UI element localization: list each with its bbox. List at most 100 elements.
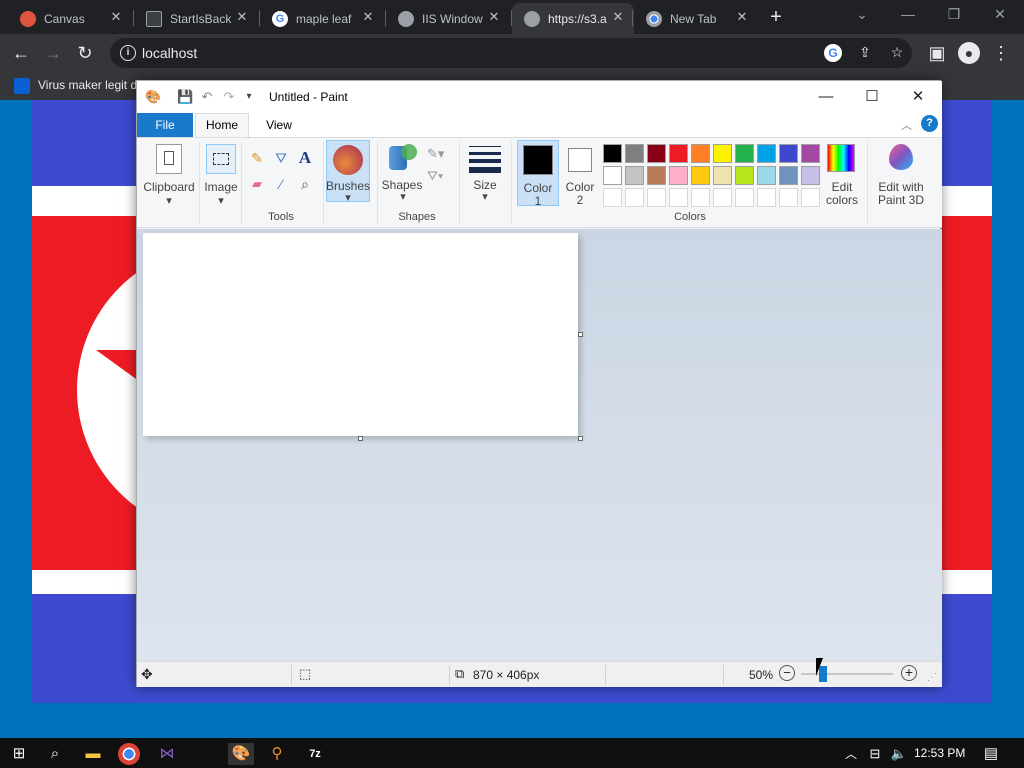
site-info-icon[interactable]: i (120, 45, 136, 61)
palette-swatch[interactable] (691, 166, 710, 185)
palette-swatch[interactable] (625, 144, 644, 163)
palette-swatch[interactable] (735, 166, 754, 185)
palette-swatch[interactable] (779, 166, 798, 185)
text-icon[interactable]: A (295, 148, 315, 170)
palette-swatch[interactable] (647, 144, 666, 163)
search-tool-icon[interactable]: ⚲ (266, 743, 288, 765)
collapse-ribbon-icon[interactable]: ︿ (901, 117, 915, 132)
help-icon[interactable]: ? (921, 115, 938, 132)
clock[interactable]: 12:53 PM (914, 746, 965, 760)
network-icon[interactable]: ⊟ (864, 743, 886, 765)
palette-swatch[interactable] (735, 144, 754, 163)
browser-tab[interactable]: G maple leaf ✕ (260, 3, 384, 34)
7zip-icon[interactable]: 7z (304, 743, 326, 765)
palette-swatch-empty[interactable] (625, 188, 644, 207)
palette-swatch[interactable] (669, 166, 688, 185)
reload-icon[interactable]: ↻ (74, 42, 96, 64)
bookmark-star-icon[interactable]: ☆ (888, 44, 906, 62)
palette-swatch-empty[interactable] (801, 188, 820, 207)
url-text[interactable]: localhost (142, 45, 197, 61)
zoom-in-icon[interactable]: + (901, 665, 917, 681)
zoom-slider[interactable] (801, 673, 893, 675)
customize-qat-icon[interactable]: ▾ (241, 89, 257, 105)
close-icon[interactable]: ✕ (234, 9, 250, 25)
palette-swatch-empty[interactable] (757, 188, 776, 207)
browser-tab[interactable]: https://s3.a ✕ (512, 3, 634, 34)
browser-tab[interactable]: IIS Window ✕ (386, 3, 510, 34)
palette-swatch[interactable] (625, 166, 644, 185)
palette-swatch[interactable] (647, 166, 666, 185)
image-button[interactable]: Image ▾ (202, 140, 240, 224)
palette-swatch-empty[interactable] (779, 188, 798, 207)
back-icon[interactable]: ← (10, 42, 32, 64)
drawing-canvas[interactable] (143, 233, 578, 436)
browser-tab[interactable]: New Tab ✕ (634, 3, 758, 34)
undo-icon[interactable]: ↶ (199, 89, 215, 105)
palette-swatch-empty[interactable] (647, 188, 666, 207)
address-bar[interactable]: i localhost G ⇪ ☆ (110, 38, 912, 68)
shapes-button[interactable]: Shapes ▾ (381, 140, 425, 203)
visual-studio-icon[interactable]: ⋈ (156, 743, 178, 765)
close-icon[interactable]: ✕ (734, 9, 750, 25)
palette-swatch[interactable] (779, 144, 798, 163)
browser-tab[interactable]: StartIsBack ✕ (134, 3, 258, 34)
close-icon[interactable]: ✕ (108, 9, 124, 25)
palette-swatch[interactable] (603, 166, 622, 185)
palette-swatch[interactable] (757, 144, 776, 163)
tab-view[interactable]: View (255, 113, 303, 137)
palette-swatch[interactable] (713, 166, 732, 185)
restore-icon[interactable]: ❐ (944, 6, 964, 26)
new-tab-button[interactable]: + (766, 7, 786, 28)
palette-swatch-empty[interactable] (669, 188, 688, 207)
outline-icon[interactable]: ✎▾ (427, 146, 451, 164)
palette-swatch[interactable] (669, 144, 688, 163)
color1-button[interactable]: Color 1 (517, 140, 559, 208)
profile-icon[interactable]: ● (958, 42, 980, 64)
pencil-icon[interactable]: ✎ (247, 150, 267, 170)
palette-swatch[interactable] (713, 144, 732, 163)
maximize-icon[interactable]: ☐ (857, 85, 887, 109)
windows-start-icon[interactable]: ⊞ (8, 743, 30, 765)
side-panel-icon[interactable]: ▣ (926, 42, 948, 64)
resize-grip-icon[interactable]: ⋰ (927, 672, 937, 683)
google-lens-icon[interactable]: G (824, 44, 842, 62)
palette-swatch[interactable] (603, 144, 622, 163)
magnifier-icon[interactable]: ⌕ (295, 176, 315, 196)
palette-swatch-empty[interactable] (691, 188, 710, 207)
close-icon[interactable]: ✕ (903, 85, 933, 109)
resize-handle-corner[interactable] (578, 436, 583, 441)
forward-icon[interactable]: → (42, 42, 64, 64)
notifications-icon[interactable]: ▤ (980, 743, 1002, 765)
color-picker-icon[interactable]: ⁄ (271, 176, 291, 196)
minimize-icon[interactable]: — (898, 6, 918, 26)
canvas-area[interactable] (137, 229, 942, 661)
file-explorer-icon[interactable]: ▬ (82, 743, 104, 765)
chevron-up-icon[interactable]: ︿ (840, 743, 862, 765)
menu-icon[interactable]: ⋮ (990, 42, 1012, 64)
close-icon[interactable]: ✕ (486, 9, 502, 25)
close-window-icon[interactable]: ✕ (990, 6, 1010, 26)
tab-file[interactable]: File (137, 113, 193, 137)
fill-icon[interactable]: ⛛ (271, 150, 291, 170)
redo-icon[interactable]: ↷ (221, 89, 237, 105)
bookmark-item[interactable]: Virus maker legit d (38, 78, 137, 92)
chrome-taskbar-icon[interactable] (118, 743, 140, 765)
close-icon[interactable]: ✕ (360, 9, 376, 25)
fill-shape-icon[interactable]: ⛛▾ (427, 168, 451, 186)
paint-taskbar-icon[interactable]: 🎨 (228, 743, 254, 765)
browser-tab[interactable]: Canvas ✕ (8, 3, 132, 34)
zoom-out-icon[interactable]: − (779, 665, 795, 681)
share-icon[interactable]: ⇪ (856, 44, 874, 62)
resize-handle-bottom[interactable] (358, 436, 363, 441)
palette-swatch[interactable] (691, 144, 710, 163)
size-button[interactable]: Size ▾ (465, 140, 505, 203)
eraser-icon[interactable]: ▰ (247, 176, 267, 196)
save-icon[interactable]: 💾 (177, 89, 193, 105)
resize-handle-right[interactable] (578, 332, 583, 337)
edit-colors-button[interactable]: Edit colors (821, 140, 863, 207)
tab-home[interactable]: Home (195, 113, 249, 138)
edit-with-paint3d-button[interactable]: Edit with Paint 3D (873, 140, 929, 207)
close-icon[interactable]: ✕ (610, 9, 626, 25)
tab-search-icon[interactable]: ⌄ (852, 6, 872, 26)
brushes-button[interactable]: Brushes ▾ (326, 140, 370, 204)
